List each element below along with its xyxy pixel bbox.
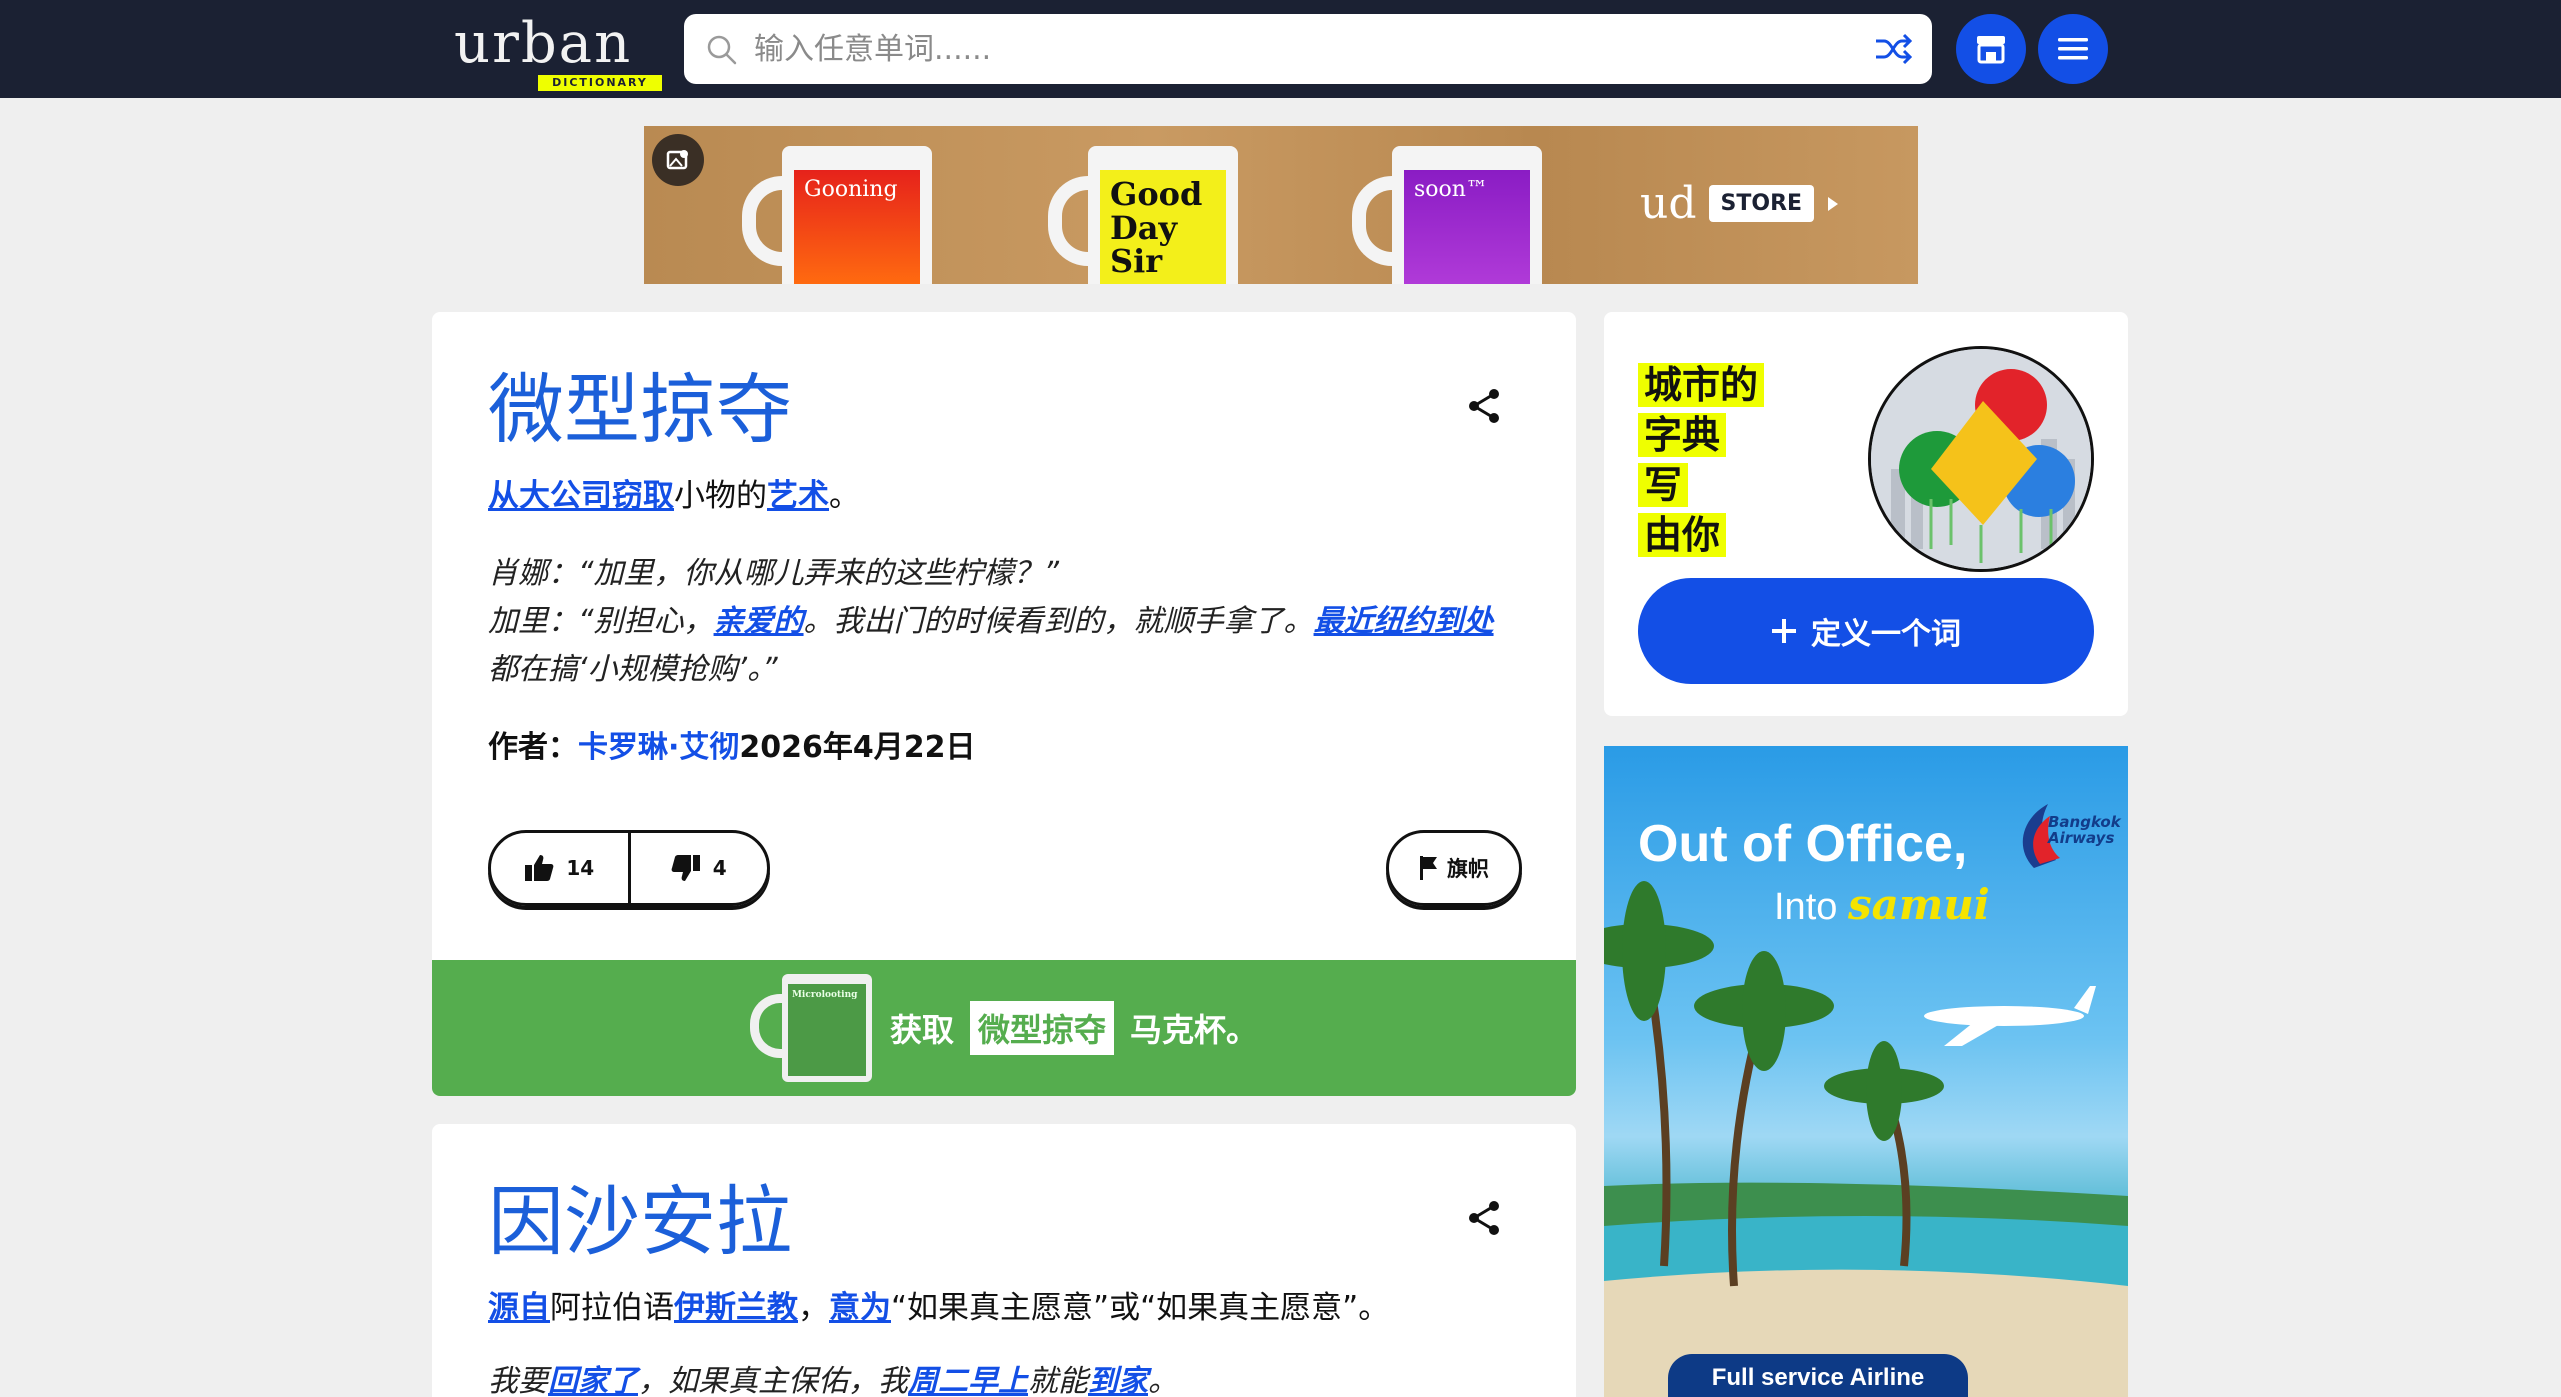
meaning-link[interactable]: 从大公司窃取 — [488, 478, 674, 514]
sidebar-define-card: 城市的 字典 写 由你 定义一个词 — [1604, 312, 2128, 716]
define-word-button[interactable]: 定义一个词 — [1638, 578, 2094, 684]
definition-card: 微型掠夺 从大公司窃取小物的艺术。 肖娜：“加里，你从哪儿弄来的这些柠檬？” 加… — [432, 312, 1576, 1096]
example-link[interactable]: 周二早上 — [908, 1364, 1028, 1397]
definition-meaning: 从大公司窃取小物的艺术。 — [488, 478, 860, 514]
definition-meaning: 源自阿拉伯语伊斯兰教，意为“如果真主愿意”或“如果真主愿意”。 — [488, 1290, 1390, 1326]
share-icon[interactable] — [1464, 386, 1504, 426]
mug-good-day-sir: Good Day Sir — [1048, 146, 1248, 284]
post-date: 2026年4月22日 — [739, 730, 976, 765]
definition-example: 我要回家了，如果真主保佑，我周二早上就能到家。 — [488, 1364, 1178, 1397]
store-button[interactable] — [1956, 14, 2026, 84]
top-navbar: urban DICTIONARY — [0, 0, 2561, 98]
definition-word[interactable]: 因沙安拉 — [488, 1160, 792, 1270]
author-line: 作者：卡罗琳·艾彻2026年4月22日 — [488, 730, 976, 765]
flag-button[interactable]: 旗帜 — [1386, 830, 1522, 906]
example-link[interactable]: 回家了 — [548, 1364, 638, 1397]
mug-image: Microlooting — [749, 974, 874, 1082]
slogan: 城市的 字典 写 由你 — [1638, 360, 1798, 560]
search-input[interactable] — [754, 14, 1844, 84]
author-link[interactable]: 卡罗琳·艾彻 — [578, 730, 739, 765]
menu-button[interactable] — [2038, 14, 2108, 84]
thumbs-down-icon — [671, 855, 700, 881]
get-mug-cta[interactable]: Microlooting 获取 微型掠夺 马克杯。 — [432, 960, 1576, 1096]
downvote-count: 4 — [712, 856, 727, 880]
downvote-button[interactable]: 4 — [627, 833, 768, 903]
logo-word: urban — [454, 11, 633, 76]
store-ad-banner[interactable]: Gooning Good Day Sir soon™ ud STORE — [644, 126, 1918, 284]
play-arrow-icon — [1828, 196, 1839, 211]
mug-word: 微型掠夺 — [969, 1001, 1114, 1055]
store-label: STORE — [1708, 185, 1815, 222]
ad-headline: Out of Office, — [1638, 815, 1968, 873]
meaning-link[interactable]: 伊斯兰教 — [674, 1290, 798, 1326]
urban-dictionary-logo[interactable]: urban DICTIONARY — [454, 11, 664, 91]
shuffle-icon[interactable] — [1874, 32, 1912, 66]
upvote-button[interactable]: 14 — [491, 833, 628, 903]
colorful-balloon-logo — [1868, 346, 2094, 572]
mug-soon: soon™ — [1352, 146, 1552, 284]
example-link[interactable]: 最近纽约到处 — [1314, 604, 1494, 639]
upvote-count: 14 — [566, 856, 595, 880]
ud-logo: ud — [1640, 178, 1697, 229]
meaning-link[interactable]: 意为 — [829, 1290, 891, 1326]
airline-label: Full service Airline — [1668, 1354, 1968, 1397]
search-bar — [684, 14, 1932, 84]
meaning-link[interactable]: 源自 — [488, 1290, 550, 1326]
store-link[interactable]: ud STORE — [1640, 178, 1839, 229]
share-icon[interactable] — [1464, 1198, 1504, 1238]
mug-gooning: Gooning — [742, 146, 942, 284]
definition-example: 肖娜：“加里，你从哪儿弄来的这些柠檬？” 加里：“别担心，亲爱的。我出门的时候看… — [488, 556, 1494, 687]
definition-word[interactable]: 微型掠夺 — [488, 348, 792, 458]
example-link[interactable]: 亲爱的 — [714, 604, 804, 639]
brand-name: Bangkok Airways — [2048, 813, 2121, 847]
flag-icon — [1420, 856, 1437, 880]
thumbs-up-icon — [525, 855, 554, 881]
store-icon — [1977, 36, 2005, 64]
definition-card: 因沙安拉 源自阿拉伯语伊斯兰教，意为“如果真主愿意”或“如果真主愿意”。 我要回… — [432, 1124, 1576, 1397]
ad-info-icon[interactable] — [652, 134, 704, 186]
hamburger-icon — [2058, 38, 2088, 60]
vote-group: 14 4 — [488, 830, 770, 906]
logo-tag: DICTIONARY — [538, 75, 662, 91]
plus-icon — [1772, 619, 1796, 643]
airline-ad[interactable]: Out of Office, Into samui Bangkok Airway… — [1604, 746, 2128, 1397]
search-icon — [707, 35, 737, 65]
ad-subline: Into samui — [1774, 880, 1990, 929]
example-link[interactable]: 到家 — [1088, 1364, 1148, 1397]
meaning-link[interactable]: 艺术 — [767, 478, 829, 514]
